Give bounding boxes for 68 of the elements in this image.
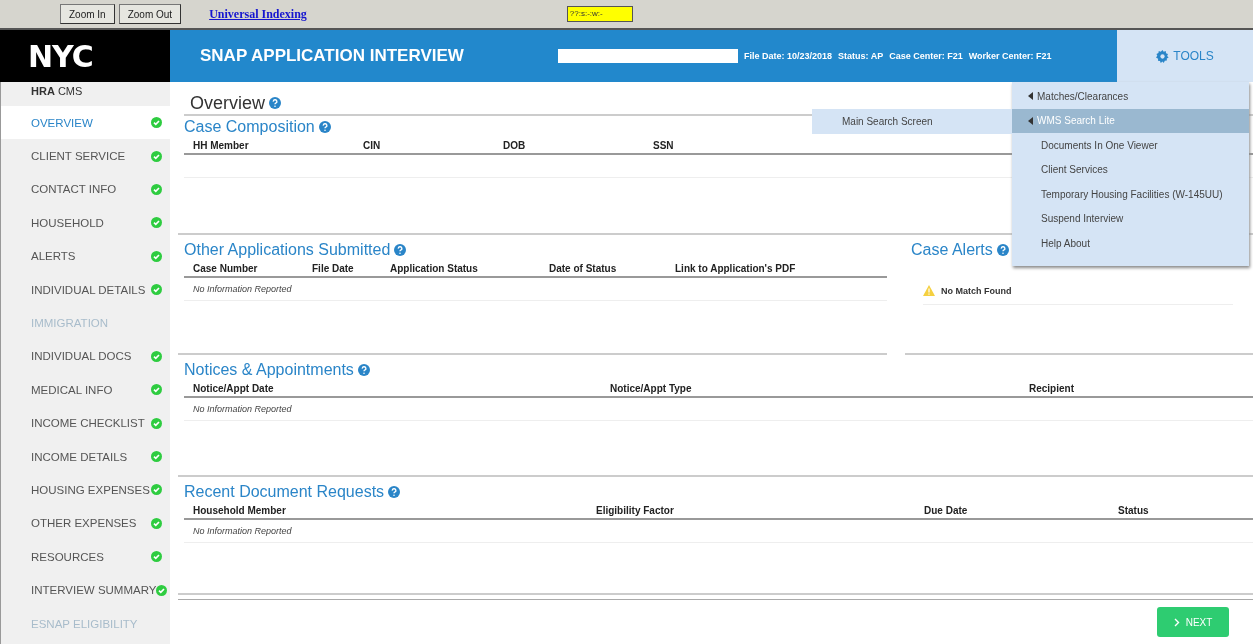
logo: NYC (0, 30, 170, 82)
menu-item[interactable]: Suspend Interview (1012, 206, 1249, 231)
menu-item[interactable]: Documents In One Viewer (1012, 133, 1249, 158)
column-header: DOB (503, 139, 526, 153)
status-field: ??:s:-:w:- (566, 6, 633, 22)
help-icon[interactable] (388, 486, 401, 498)
zoom-button[interactable]: Zoom Out (118, 4, 182, 24)
search-field[interactable] (558, 49, 738, 63)
sidebar-item[interactable]: INCOME CHECKLIST (1, 406, 170, 440)
sidebar-item[interactable]: CLIENT SERVICE (1, 139, 170, 173)
column-header: Due Date (924, 504, 968, 518)
column-header: Recipient (1029, 382, 1074, 396)
empty-message: No Information Reported (193, 284, 292, 294)
menu-item[interactable]: Matches/Clearances (1012, 84, 1249, 109)
sidebar-item[interactable]: INDIVIDUAL DETAILS (1, 272, 170, 307)
empty-message: No Information Reported (193, 404, 292, 414)
chevron-right-icon (1173, 617, 1180, 627)
settings-icon (1156, 49, 1170, 63)
section-title: Case Alerts (911, 241, 993, 259)
empty-message: No Information Reported (193, 526, 292, 536)
sidebar-item[interactable]: ALERTS (1, 239, 170, 273)
column-header: Status (1118, 504, 1149, 518)
sidebar-item[interactable]: OVERVIEW (1, 106, 170, 140)
column-header: Household Member (193, 504, 286, 518)
section-title: Recent Document Requests (184, 483, 385, 501)
column-header: Notice/Appt Type (610, 382, 692, 396)
sidebar-item[interactable]: MEDICAL INFO (1, 373, 170, 407)
sidebar-item[interactable]: INTERVIEW SUMMARY (1, 573, 170, 607)
zoom-button[interactable]: Zoom In (60, 4, 115, 24)
sidebar-item[interactable]: HOUSING EXPENSES (1, 473, 170, 507)
submenu-item[interactable]: Main Search Screen (812, 115, 933, 127)
sidebar-item[interactable]: HOUSEHOLD (1, 206, 170, 240)
sidebar-item[interactable]: INCOME DETAILS (1, 439, 170, 474)
page-header-title: SNAP APPLICATION INTERVIEW (200, 46, 465, 66)
column-header: File Date (312, 262, 354, 276)
universal-indexing-link[interactable]: Universal Indexing (209, 6, 307, 22)
column-header: Date of Status (549, 262, 617, 276)
help-icon[interactable] (269, 97, 281, 109)
case-info: Case Center: F21 (889, 51, 963, 61)
help-icon[interactable] (357, 364, 370, 376)
column-header: Eligibility Factor (596, 504, 674, 518)
help-icon[interactable] (394, 244, 407, 256)
section-title: Notices & Appointments (184, 361, 354, 379)
section-title: Case Composition (184, 118, 315, 136)
menu-item[interactable]: Client Services (1012, 157, 1249, 182)
column-header: Notice/Appt Date (193, 382, 274, 396)
column-header: Application Status (390, 262, 478, 276)
column-header: Link to Application's PDF (675, 262, 796, 276)
column-header: SSN (653, 139, 674, 153)
case-info: File Date: 10/23/2018 (744, 51, 833, 61)
column-header: CIN (363, 139, 381, 153)
section-title: Other Applications Submitted (184, 241, 391, 259)
case-info: Status: AP (838, 51, 884, 61)
sidebar-item[interactable]: CONTACT INFO (1, 172, 170, 207)
sidebar-item[interactable]: RESOURCES (1, 540, 170, 574)
help-icon[interactable] (318, 121, 331, 133)
menu-item[interactable]: Temporary Housing Facilities (W-145UU) (1012, 182, 1249, 207)
sidebar-item[interactable]: INDIVIDUAL DOCS (1, 339, 170, 374)
warning-icon (923, 285, 935, 296)
column-header: HH Member (193, 139, 249, 153)
brand-label: HRA CMS (30, 84, 84, 99)
alert-message: No Match Found (941, 285, 1012, 296)
menu-item[interactable]: Help About (1012, 231, 1249, 256)
page-title: Overview (190, 92, 265, 114)
case-info: Worker Center: F21 (968, 51, 1052, 61)
column-header: Case Number (193, 262, 258, 276)
sidebar-item[interactable]: OTHER EXPENSES (1, 506, 170, 541)
help-icon[interactable] (996, 244, 1009, 256)
